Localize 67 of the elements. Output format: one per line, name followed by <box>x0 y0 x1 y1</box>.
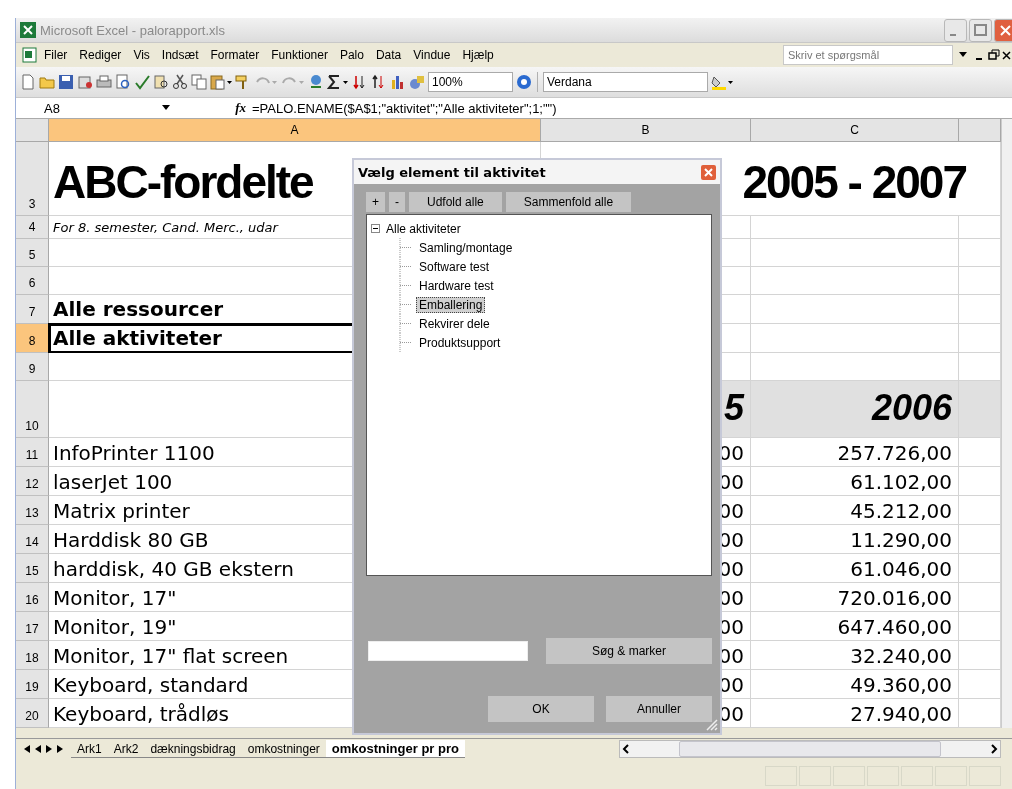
row-header[interactable]: 3 <box>16 142 49 216</box>
menu-item[interactable]: Funktioner <box>265 46 334 64</box>
tree-item[interactable]: Software test <box>416 258 493 275</box>
row-header[interactable]: 17 <box>16 612 49 641</box>
table-cell: 45.212,00 <box>751 496 959 525</box>
tree-item[interactable]: Alle aktiviteter <box>383 220 464 237</box>
zoom-dropdown[interactable]: 100% <box>428 72 513 92</box>
ok-button[interactable]: OK <box>488 696 594 722</box>
table-cell: 2006 <box>751 381 959 438</box>
column-header[interactable]: A <box>49 119 541 142</box>
row-header[interactable]: 14 <box>16 525 49 554</box>
table-cell: 720.016,00 <box>751 583 959 612</box>
row-header[interactable]: 6 <box>16 267 49 295</box>
tree-item[interactable]: Hardware test <box>416 277 497 294</box>
row-header[interactable]: 8 <box>16 324 49 353</box>
table-cell: 257.726,00 <box>751 438 959 467</box>
search-button[interactable]: Søg & marker <box>546 638 712 664</box>
menu-item[interactable]: Vis <box>127 46 156 64</box>
sheet-tab[interactable]: omkostninger <box>241 740 326 758</box>
cancel-button[interactable]: Annuller <box>606 696 712 722</box>
row-header[interactable]: 20 <box>16 699 49 728</box>
table-cell: 61.102,00 <box>751 467 959 496</box>
window-title: Microsoft Excel - palorapport.xls <box>40 22 226 38</box>
table-cell: 27.940,00 <box>751 699 959 728</box>
row-header[interactable]: 18 <box>16 641 49 670</box>
row-header[interactable]: 13 <box>16 496 49 525</box>
row-header[interactable]: 15 <box>16 554 49 583</box>
row-header[interactable]: 16 <box>16 583 49 612</box>
name-box[interactable]: A8 <box>16 99 162 117</box>
row-header[interactable]: 9 <box>16 353 49 381</box>
table-cell: 61.046,00 <box>751 554 959 583</box>
menu-item[interactable]: Palo <box>333 46 370 64</box>
menu-item[interactable]: Filer <box>38 46 74 64</box>
menu-item[interactable]: Formater <box>204 46 266 64</box>
formula-field[interactable]: =PALO.ENAME($A$1;"aktivitet";"Alle aktiviteter";1;"") <box>252 100 557 116</box>
menu-item[interactable]: Data <box>369 46 408 64</box>
sheet-tab[interactable]: Ark1 <box>71 740 108 758</box>
row-header[interactable]: 12 <box>16 467 49 496</box>
menu-item[interactable]: Indsæt <box>155 46 205 64</box>
menu-item[interactable]: Rediger <box>73 46 128 64</box>
row-header[interactable]: 11 <box>16 438 49 467</box>
row-header[interactable]: 19 <box>16 670 49 699</box>
row-header[interactable]: 5 <box>16 239 49 267</box>
column-header[interactable]: B <box>541 119 751 142</box>
table-cell: 32.240,00 <box>751 641 959 670</box>
tree-item[interactable]: Emballering <box>416 296 486 313</box>
tree-item[interactable]: Samling/montage <box>416 239 516 256</box>
tree-toolbar-button[interactable]: - <box>389 192 405 212</box>
tree-toolbar-button[interactable]: + <box>366 192 385 212</box>
help-search-field[interactable]: Skriv et spørgsmål <box>783 45 953 65</box>
tree-toolbar-button[interactable]: Sammenfold alle <box>505 192 632 212</box>
table-cell: 647.460,00 <box>751 612 959 641</box>
row-header[interactable]: 4 <box>16 216 49 239</box>
table-cell: 49.360,00 <box>751 670 959 699</box>
column-header[interactable]: C <box>751 119 959 142</box>
sheet-tab[interactable]: Ark2 <box>107 740 145 758</box>
row-header[interactable]: 10 <box>16 381 49 438</box>
menu-item[interactable]: Hjælp <box>456 46 500 64</box>
function-label[interactable]: fx <box>210 100 252 116</box>
tree-toolbar-button[interactable]: Udfold alle <box>409 192 502 212</box>
menu-item[interactable]: Vindue <box>407 46 457 64</box>
row-header[interactable]: 7 <box>16 295 49 324</box>
sheet-tab[interactable]: dækningsbidrag <box>144 740 242 758</box>
tree-item[interactable]: Produktsupport <box>416 334 504 351</box>
sheet-tab[interactable]: omkostninger pr pro <box>325 740 465 758</box>
table-cell: 11.290,00 <box>751 525 959 554</box>
font-dropdown[interactable]: Verdana <box>543 72 708 92</box>
